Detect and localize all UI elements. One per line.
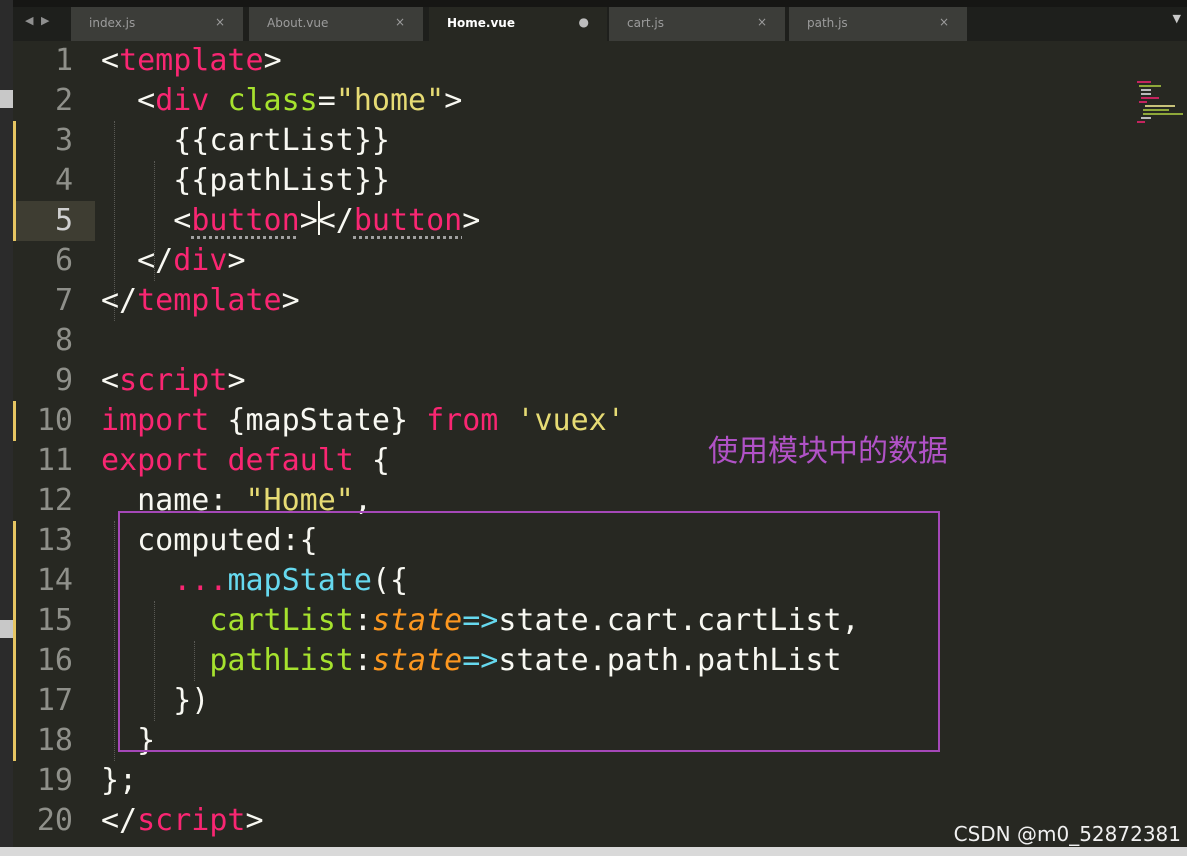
code-line-current: 5 <button></button> — [13, 201, 1187, 241]
line-number: 18 — [36, 723, 73, 758]
code-line: 2 <div class="home"> — [13, 81, 1187, 121]
code-text: </script> — [101, 803, 264, 838]
code-line: 7 </template> — [13, 281, 1187, 321]
line-number: 15 — [36, 603, 73, 638]
code-text: <template> — [101, 43, 282, 78]
tab-home-vue[interactable]: Home.vue ● — [429, 7, 607, 41]
line-number: 4 — [54, 163, 73, 198]
line-number: 6 — [54, 243, 73, 278]
minimap[interactable] — [1135, 81, 1185, 127]
status-bar — [0, 847, 1187, 856]
line-number: 12 — [36, 483, 73, 518]
tab-nav-arrows-icon[interactable]: ◀ ▶ — [25, 14, 51, 27]
line-number: 7 — [54, 283, 73, 318]
annotation-highlight-box — [118, 511, 940, 752]
tab-cart-js[interactable]: cart.js × — [609, 7, 785, 41]
tab-menu-icon[interactable]: ▼ — [1173, 12, 1181, 25]
line-number: 3 — [54, 123, 73, 158]
tab-path-js[interactable]: path.js × — [789, 7, 967, 41]
close-icon[interactable]: × — [757, 15, 767, 29]
code-text: }; — [101, 763, 138, 798]
code-text: </div> — [137, 243, 246, 278]
edge-marker — [0, 620, 13, 638]
code-text: </template> — [101, 283, 300, 318]
line-number: 16 — [36, 643, 73, 678]
code-line: 9 <script> — [13, 361, 1187, 401]
tab-bar: ◀ ▶ index.js × About.vue × Home.vue ● ca… — [13, 0, 1187, 42]
code-text: export default { — [101, 443, 390, 478]
tab-label: index.js — [89, 16, 136, 30]
code-line: 6 </div> — [13, 241, 1187, 281]
line-number: 20 — [36, 803, 73, 838]
code-text: import {mapState} from 'vuex' — [101, 403, 625, 438]
code-text: {{pathList}} — [173, 163, 390, 198]
line-number: 10 — [36, 403, 73, 438]
line-number: 17 — [36, 683, 73, 718]
code-line: 10 import {mapState} from 'vuex' — [13, 401, 1187, 441]
close-icon[interactable]: × — [939, 15, 949, 29]
code-text: <button></button> — [173, 201, 481, 238]
code-text: <script> — [101, 363, 246, 398]
code-text: {{cartList}} — [173, 123, 390, 158]
tab-about-vue[interactable]: About.vue × — [249, 7, 423, 41]
tab-label: cart.js — [627, 16, 664, 30]
close-icon[interactable]: × — [215, 15, 225, 29]
tab-label: Home.vue — [447, 16, 515, 30]
line-number: 13 — [36, 523, 73, 558]
edge-marker — [0, 90, 13, 108]
line-number: 5 — [54, 203, 73, 238]
line-number: 8 — [54, 323, 73, 358]
line-number: 14 — [36, 563, 73, 598]
tab-label: About.vue — [267, 16, 329, 30]
code-line: 8 — [13, 321, 1187, 361]
line-number: 19 — [36, 763, 73, 798]
watermark: CSDN @m0_52872381 — [953, 822, 1181, 846]
line-number: 1 — [54, 43, 73, 78]
left-edge-strip — [0, 0, 13, 856]
code-line: 1 <template> — [13, 41, 1187, 81]
code-line: 3 {{cartList}} — [13, 121, 1187, 161]
line-number: 2 — [54, 83, 73, 118]
close-icon[interactable]: × — [395, 15, 405, 29]
line-number: 11 — [36, 443, 73, 478]
code-line: 11 export default { — [13, 441, 1187, 481]
code-line: 4 {{pathList}} — [13, 161, 1187, 201]
unsaved-dot-icon[interactable]: ● — [579, 15, 589, 29]
tab-index-js[interactable]: index.js × — [71, 7, 243, 41]
code-line: 19 }; — [13, 761, 1187, 801]
tab-label: path.js — [807, 16, 848, 30]
code-text: <div class="home"> — [137, 83, 463, 118]
annotation-text: 使用模块中的数据 — [708, 434, 948, 469]
line-number: 9 — [54, 363, 73, 398]
